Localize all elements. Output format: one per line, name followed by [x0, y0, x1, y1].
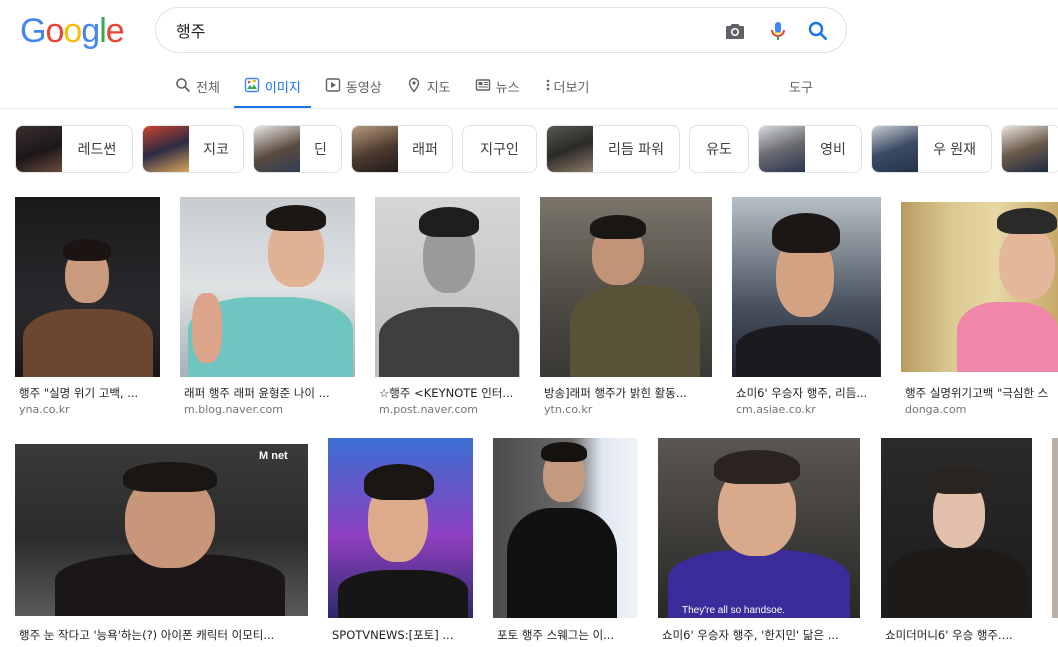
chip-item[interactable]: 지구인 [462, 125, 537, 173]
result-source[interactable]: yna.co.kr [19, 403, 70, 416]
chip-thumbnail [759, 126, 805, 172]
related-search-chips: 레드썬 지코 딘 래퍼 지구인 리듬 파워 유도 영비 우 원재 [15, 125, 1058, 173]
tab-label: 지도 [426, 81, 451, 96]
image-result[interactable]: 행주 실명위기고백 "극심한 스 donga.com [901, 202, 1058, 422]
search-icon[interactable] [806, 19, 830, 43]
video-subtitle: They're all so handsoe. [682, 605, 786, 616]
result-thumbnail[interactable] [1052, 438, 1058, 618]
chip-thumbnail [143, 126, 189, 172]
camera-icon[interactable] [723, 19, 747, 43]
result-thumbnail[interactable] [881, 438, 1032, 618]
result-caption[interactable]: 행주 실명위기고백 "극심한 스 [905, 385, 1058, 401]
result-source[interactable]: m.blog.naver.com [184, 403, 283, 416]
image-result[interactable]: SPOTVNEWS:[포토] ... [328, 438, 473, 644]
chip-item[interactable]: 레드썬 [15, 125, 133, 173]
result-thumbnail[interactable]: M net [15, 444, 308, 616]
tab-videos[interactable]: 동영상 [325, 75, 382, 109]
result-thumbnail[interactable] [15, 197, 160, 377]
video-icon [325, 78, 341, 92]
tools-button[interactable]: 도구 [789, 77, 813, 96]
chip-item[interactable]: 영비 [758, 125, 862, 173]
result-source[interactable]: donga.com [905, 403, 966, 416]
more-vert-icon [546, 79, 549, 91]
chip-label: 레드썬 [77, 142, 117, 158]
result-caption[interactable]: SPOTVNEWS:[포토] ... [332, 627, 473, 643]
chip-label: 딘 [314, 142, 327, 158]
result-thumbnail[interactable] [901, 202, 1058, 372]
result-thumbnail[interactable]: They're all so handsoe. [658, 438, 860, 618]
image-icon [244, 77, 260, 93]
image-result[interactable]: 래퍼 행주 래퍼 윤형준 나이 ... m.blog.naver.com [180, 197, 355, 422]
image-result[interactable] [1052, 438, 1058, 644]
chip-thumbnail [872, 126, 918, 172]
tab-label: 이미지 [264, 81, 301, 96]
chip-label: 지코 [203, 142, 229, 158]
chip-label: 지구인 [480, 142, 519, 158]
chip-item[interactable]: 우 원재 [871, 125, 992, 173]
chip-item[interactable]: 래퍼 [351, 125, 453, 173]
header-divider [0, 108, 1058, 109]
result-thumbnail[interactable] [328, 438, 473, 618]
chip-item[interactable]: 유도 [689, 125, 749, 173]
result-caption[interactable]: 쇼미6' 우승자 행주, 리듬... [736, 385, 881, 401]
result-thumbnail[interactable] [375, 197, 520, 377]
image-result[interactable]: 방송]래퍼 행주가 밝힌 활동... ytn.co.kr [540, 197, 712, 422]
chip-item[interactable]: 딘 [253, 125, 342, 173]
microphone-icon[interactable] [766, 19, 790, 43]
result-thumbnail[interactable] [540, 197, 712, 377]
tab-maps[interactable]: 지도 [406, 75, 451, 109]
result-source[interactable]: cm.asiae.co.kr [736, 403, 816, 416]
news-icon [475, 79, 490, 91]
image-result[interactable]: They're all so handsoe. 쇼미6' 우승자 행주, '한지… [658, 438, 860, 644]
chip-label: 래퍼 [412, 142, 438, 158]
result-thumbnail[interactable] [493, 438, 638, 618]
chip-thumbnail [254, 126, 300, 172]
chip-label: 우 원재 [932, 142, 977, 158]
result-caption[interactable]: 방송]래퍼 행주가 밝힌 활동... [544, 385, 712, 401]
chip-item[interactable]: 리듬 파워 [546, 125, 680, 173]
image-result[interactable]: 포토 행주 스웨그는 이... [493, 438, 638, 644]
tab-more[interactable]: 더보기 [544, 75, 590, 109]
tab-label: 전체 [196, 81, 220, 96]
search-tabs: 전체 이미지 동영상 지도 뉴스 더보기 [175, 75, 613, 109]
chip-thumbnail [547, 126, 593, 172]
result-caption[interactable]: 행주 눈 작다고 '능욕'하는(?) 아이폰 캐릭터 이모티... [19, 627, 308, 643]
chip-item[interactable] [1001, 125, 1058, 173]
tab-all[interactable]: 전체 [175, 75, 220, 109]
tab-images[interactable]: 이미지 [233, 75, 311, 109]
tab-news[interactable]: 뉴스 [475, 75, 520, 109]
map-pin-icon [408, 77, 419, 93]
chip-label: 리듬 파워 [608, 142, 664, 158]
chip-thumbnail [16, 126, 62, 172]
search-box [155, 7, 847, 53]
chip-thumbnail [352, 126, 398, 172]
mnet-logo: M net [259, 450, 288, 462]
chip-thumbnail [1002, 126, 1048, 172]
tab-label: 뉴스 [495, 81, 520, 96]
result-source[interactable]: ytn.co.kr [544, 403, 592, 416]
search-icon [176, 78, 191, 93]
result-caption[interactable]: 쇼미더머니6' 우승 행주.... [885, 627, 1032, 643]
result-thumbnail[interactable] [180, 197, 355, 377]
result-source[interactable]: m.post.naver.com [379, 403, 478, 416]
chip-item[interactable]: 지코 [142, 125, 244, 173]
image-result[interactable]: M net 행주 눈 작다고 '능욕'하는(?) 아이폰 캐릭터 이모티... [15, 444, 308, 644]
image-result[interactable]: ☆행주 <KEYNOTE 인터... m.post.naver.com [375, 197, 520, 422]
tab-label: 더보기 [553, 81, 590, 96]
image-result[interactable]: 쇼미6' 우승자 행주, 리듬... cm.asiae.co.kr [732, 197, 881, 422]
result-thumbnail[interactable] [732, 197, 881, 377]
result-caption[interactable]: 래퍼 행주 래퍼 윤형준 나이 ... [184, 385, 355, 401]
google-logo[interactable]: Google [20, 12, 125, 51]
search-input[interactable] [176, 16, 716, 44]
result-caption[interactable]: 행주 "실명 위기 고백, ... [19, 385, 160, 401]
result-caption[interactable]: 쇼미6' 우승자 행주, '한지민' 닮은 ... [662, 627, 860, 643]
image-result[interactable]: 쇼미더머니6' 우승 행주.... [881, 438, 1032, 644]
result-caption[interactable]: ☆행주 <KEYNOTE 인터... [379, 385, 520, 401]
result-caption[interactable]: 포토 행주 스웨그는 이... [497, 627, 638, 643]
chip-label: 유도 [706, 142, 732, 158]
tab-label: 동영상 [345, 81, 382, 96]
chip-label: 영비 [820, 142, 846, 158]
image-result[interactable]: 행주 "실명 위기 고백, ... yna.co.kr [15, 197, 160, 422]
